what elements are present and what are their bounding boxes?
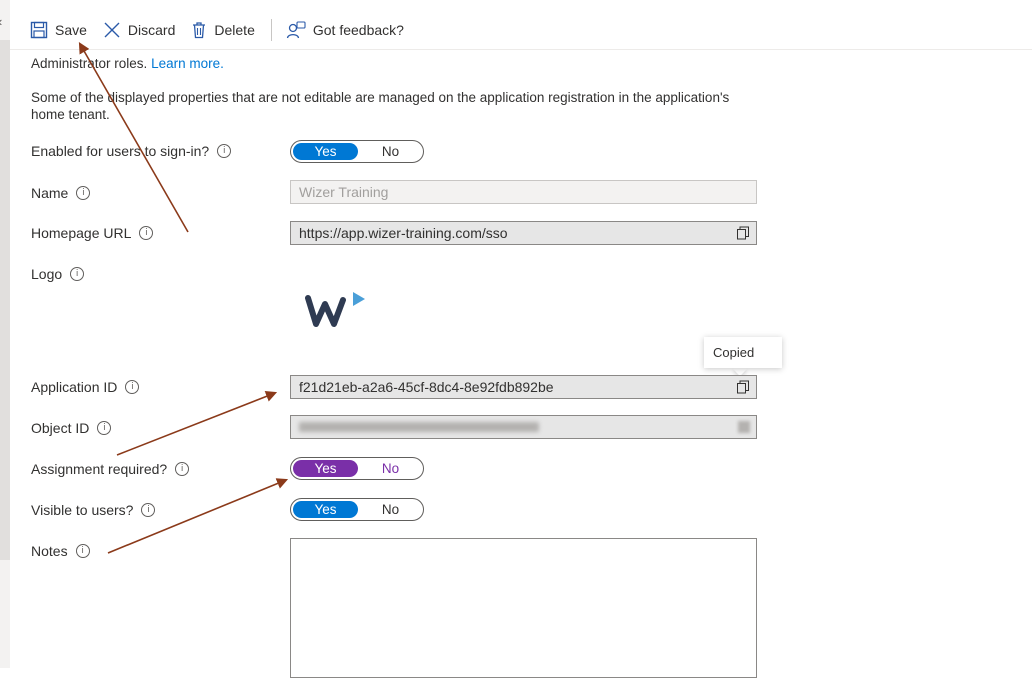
- info-icon[interactable]: i: [141, 503, 156, 517]
- assignment-required-label: Assignment required? i: [31, 461, 190, 477]
- enabled-sign-in-label: Enabled for users to sign-in? i: [31, 143, 232, 159]
- feedback-label: Got feedback?: [312, 22, 404, 38]
- toggle-yes[interactable]: Yes: [293, 501, 358, 518]
- redacted-copy-icon[interactable]: [738, 421, 750, 433]
- info-icon[interactable]: i: [175, 462, 190, 476]
- discard-button[interactable]: Discard: [103, 21, 175, 39]
- info-icon[interactable]: i: [76, 186, 91, 200]
- chevron-left-icon[interactable]: ‹: [0, 14, 2, 29]
- application-id-label: Application ID i: [31, 379, 140, 395]
- toggle-no[interactable]: No: [358, 460, 423, 477]
- left-scroll-gutter: [0, 0, 10, 668]
- feedback-person-icon: [286, 21, 306, 39]
- toggle-no[interactable]: No: [358, 143, 423, 160]
- enabled-sign-in-text: Enabled for users to sign-in?: [31, 143, 210, 159]
- info-icon[interactable]: i: [75, 544, 90, 558]
- homepage-url-label: Homepage URL i: [31, 225, 154, 241]
- toggle-yes[interactable]: Yes: [293, 143, 358, 160]
- info-icon[interactable]: i: [97, 421, 112, 435]
- visible-to-users-text: Visible to users?: [31, 502, 134, 518]
- copy-icon[interactable]: [736, 380, 750, 394]
- name-label: Name i: [31, 185, 91, 201]
- discard-label: Discard: [127, 22, 176, 38]
- save-button[interactable]: Save: [30, 21, 87, 39]
- info-icon[interactable]: i: [125, 380, 140, 394]
- info-icon[interactable]: i: [139, 226, 154, 240]
- redacted-value: [299, 422, 539, 432]
- save-label: Save: [55, 22, 87, 38]
- copied-tooltip: Copied: [704, 337, 782, 368]
- wizer-logo: [305, 292, 365, 327]
- homepage-url-value: https://app.wizer-training.com/sso: [299, 225, 508, 241]
- delete-button[interactable]: Delete: [191, 21, 255, 39]
- toolbar-divider-line: [10, 49, 1032, 50]
- managed-notice-line1: Some of the displayed properties that ar…: [31, 90, 730, 105]
- logo-label-text: Logo: [31, 266, 63, 282]
- managed-notice-line2: home tenant.: [31, 107, 110, 122]
- copy-icon[interactable]: [736, 226, 750, 240]
- notes-label: Notes i: [31, 543, 90, 559]
- toggle-yes[interactable]: Yes: [293, 460, 358, 477]
- arrow-to-save: [78, 42, 189, 233]
- learn-more-link[interactable]: Learn more.: [151, 56, 224, 71]
- close-icon: [104, 22, 120, 38]
- roles-notice: Administrator roles. Learn more.: [31, 56, 224, 71]
- feedback-button[interactable]: Got feedback?: [286, 21, 404, 39]
- logo-label: Logo i: [31, 266, 85, 282]
- application-id-value: f21d21eb-a2a6-45cf-8dc4-8e92fdb892be: [299, 379, 554, 395]
- toggle-no[interactable]: No: [358, 501, 423, 518]
- save-icon: [30, 21, 48, 39]
- homepage-url-text: Homepage URL: [31, 225, 132, 241]
- application-id-field[interactable]: f21d21eb-a2a6-45cf-8dc4-8e92fdb892be: [290, 375, 757, 399]
- delete-label: Delete: [214, 22, 255, 38]
- command-bar: Save Discard Delete Got feedback?: [30, 14, 420, 46]
- toolbar-divider: [270, 19, 272, 41]
- notes-text: Notes: [31, 543, 68, 559]
- trash-icon: [193, 22, 206, 39]
- application-id-text: Application ID: [31, 379, 118, 395]
- arrow-to-application-id: [116, 391, 278, 456]
- object-id-field[interactable]: [290, 415, 757, 439]
- notes-textarea[interactable]: [290, 538, 757, 678]
- object-id-text: Object ID: [31, 420, 90, 436]
- info-icon[interactable]: i: [217, 144, 232, 158]
- name-label-text: Name: [31, 185, 69, 201]
- scrollbar-track[interactable]: [0, 40, 10, 560]
- visible-to-users-toggle[interactable]: Yes No: [290, 498, 424, 521]
- assignment-required-toggle[interactable]: Yes No: [290, 457, 424, 480]
- name-field[interactable]: Wizer Training: [290, 180, 757, 204]
- assignment-required-text: Assignment required?: [31, 461, 168, 477]
- visible-to-users-label: Visible to users? i: [31, 502, 156, 518]
- roles-text: Administrator roles.: [31, 56, 148, 71]
- homepage-url-field[interactable]: https://app.wizer-training.com/sso: [290, 221, 757, 245]
- enabled-sign-in-toggle[interactable]: Yes No: [290, 140, 424, 163]
- object-id-label: Object ID i: [31, 420, 112, 436]
- info-icon[interactable]: i: [70, 267, 85, 281]
